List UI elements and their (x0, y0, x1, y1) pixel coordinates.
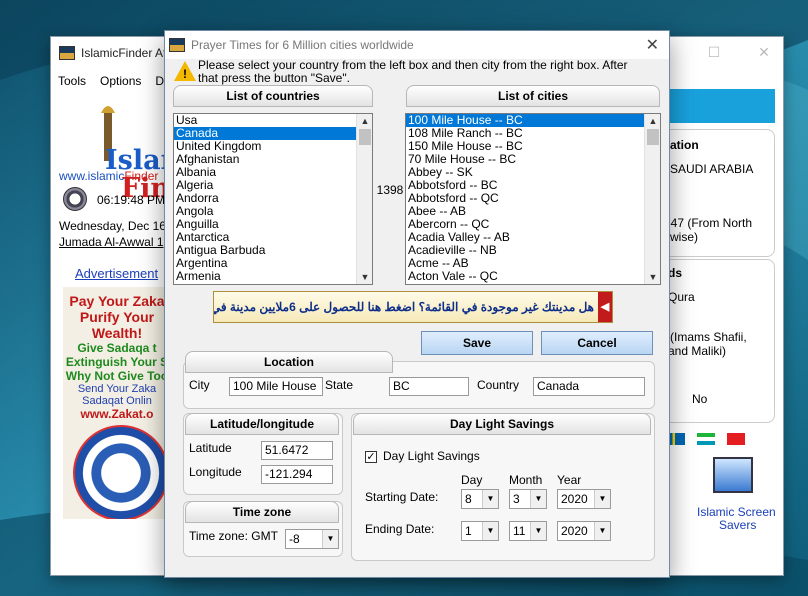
current-time: 06:19:48 PM (97, 193, 166, 207)
longitude-label: Longitude (189, 465, 242, 479)
zakat-logo (73, 425, 169, 519)
close-icon[interactable]: ✕ (757, 45, 771, 59)
month-label: Month (509, 473, 543, 487)
scrollbar[interactable]: ▲ ▼ (644, 114, 660, 284)
end-year-select[interactable]: 2020 ▼ (557, 521, 611, 541)
cities-header: List of cities (406, 85, 660, 107)
zakat-advertisement[interactable]: Pay Your Zaka Purify Your Wealth! Give S… (63, 287, 171, 519)
main-window-title: IslamicFinder At (81, 46, 167, 60)
latlong-header: Latitude/longitude (185, 413, 339, 435)
dst-checkbox-label: Day Light Savings (383, 449, 480, 463)
timezone-header: Time zone (185, 501, 339, 523)
location-info-panel: ation SAUDI ARABIA 347 (From North kwise… (655, 129, 775, 257)
methods-panel: ds Qura l (Imams Shafii, and Maliki) No (655, 259, 775, 423)
scroll-up-icon[interactable]: ▲ (645, 114, 660, 128)
screen-savers-link-1[interactable]: Islamic Screen (697, 505, 776, 519)
scroll-thumb[interactable] (359, 129, 371, 145)
list-item[interactable]: Acton Vale -- QC (406, 270, 644, 283)
start-month-select[interactable]: 3 ▼ (509, 489, 547, 509)
state-field[interactable]: BC (389, 377, 469, 396)
dst-checkbox[interactable]: ✓ (365, 451, 377, 463)
scroll-up-icon[interactable]: ▲ (357, 114, 372, 128)
dialog-title: Prayer Times for 6 Million cities worldw… (191, 38, 414, 52)
country-field[interactable]: Canada (533, 377, 645, 396)
scrollbar[interactable]: ▲ ▼ (356, 114, 372, 284)
main-menubar: Tools Options D (51, 69, 164, 93)
chevron-down-icon: ▼ (594, 522, 610, 540)
end-day-select[interactable]: 1 ▼ (461, 521, 499, 541)
more-cities-banner[interactable]: هل مدينتك غير موجودة في القائمة؟ اضغط هن… (213, 291, 613, 323)
albania-flag-icon[interactable] (727, 433, 745, 445)
year-label: Year (557, 473, 582, 487)
uzbekistan-flag-icon[interactable] (697, 433, 715, 445)
chevron-down-icon: ▼ (594, 490, 610, 508)
menu-options[interactable]: Options (100, 74, 141, 88)
instruction-message: Please select your country from the left… (198, 58, 628, 85)
monitor-icon[interactable] (713, 457, 753, 493)
start-day-select[interactable]: 8 ▼ (461, 489, 499, 509)
city-count: 1398 (376, 183, 404, 197)
chevron-down-icon: ▼ (482, 490, 498, 508)
day-label: Day (461, 473, 483, 487)
timezone-select[interactable]: -8 ▼ (285, 529, 339, 549)
advertisement-link[interactable]: Advertisement (75, 266, 158, 281)
cities-list[interactable]: 100 Mile House -- BC 108 Mile Ranch -- BC… (405, 113, 661, 285)
arrow-icon: ◀ (598, 292, 612, 322)
app-icon (59, 46, 75, 60)
latitude-field[interactable]: 51.6472 (261, 441, 333, 460)
dialog-titlebar[interactable]: Prayer Times for 6 Million cities worldw… (165, 31, 669, 59)
maximize-icon[interactable]: ☐ (707, 45, 721, 59)
chevron-down-icon: ▼ (530, 490, 546, 508)
close-icon[interactable]: ✕ (646, 35, 659, 55)
city-label: City (189, 378, 210, 392)
countries-list[interactable]: Usa Canada United Kingdom Afghanistan Albani… (173, 113, 373, 285)
latitude-label: Latitude (189, 441, 232, 455)
prayer-times-dialog: Prayer Times for 6 Million cities worldw… (164, 30, 670, 578)
screen-savers-link-2[interactable]: Savers (719, 518, 756, 532)
city-field[interactable]: 100 Mile House (229, 377, 323, 396)
dst-header: Day Light Savings (353, 413, 651, 435)
chevron-down-icon: ▼ (530, 522, 546, 540)
scroll-thumb[interactable] (647, 129, 659, 145)
list-item[interactable]: Armenia (174, 270, 356, 283)
menu-tools[interactable]: Tools (58, 74, 86, 88)
chevron-down-icon: ▼ (322, 530, 338, 548)
app-icon (169, 38, 185, 52)
header-band (667, 89, 775, 123)
location-header: Location (185, 351, 393, 373)
scroll-down-icon[interactable]: ▼ (645, 270, 660, 284)
chevron-down-icon: ▼ (482, 522, 498, 540)
scroll-down-icon[interactable]: ▼ (357, 270, 372, 284)
longitude-field[interactable]: -121.294 (261, 465, 333, 484)
website-link[interactable]: www.islamicFinder (59, 169, 158, 183)
start-year-select[interactable]: 2020 ▼ (557, 489, 611, 509)
state-label: State (325, 378, 354, 392)
menu-d[interactable]: D (155, 74, 164, 88)
current-date: Wednesday, Dec 16, 2 (59, 219, 180, 233)
country-label: Country (477, 378, 520, 392)
warning-mark: ! (183, 67, 187, 81)
starting-date-label: Starting Date: (365, 490, 439, 504)
end-month-select[interactable]: 11 ▼ (509, 521, 547, 541)
countries-header: List of countries (173, 85, 373, 107)
save-button[interactable]: Save (421, 331, 533, 355)
clock-icon (63, 187, 87, 211)
timezone-label: Time zone: GMT (189, 529, 278, 543)
cancel-button[interactable]: Cancel (541, 331, 653, 355)
ending-date-label: Ending Date: (365, 522, 435, 536)
